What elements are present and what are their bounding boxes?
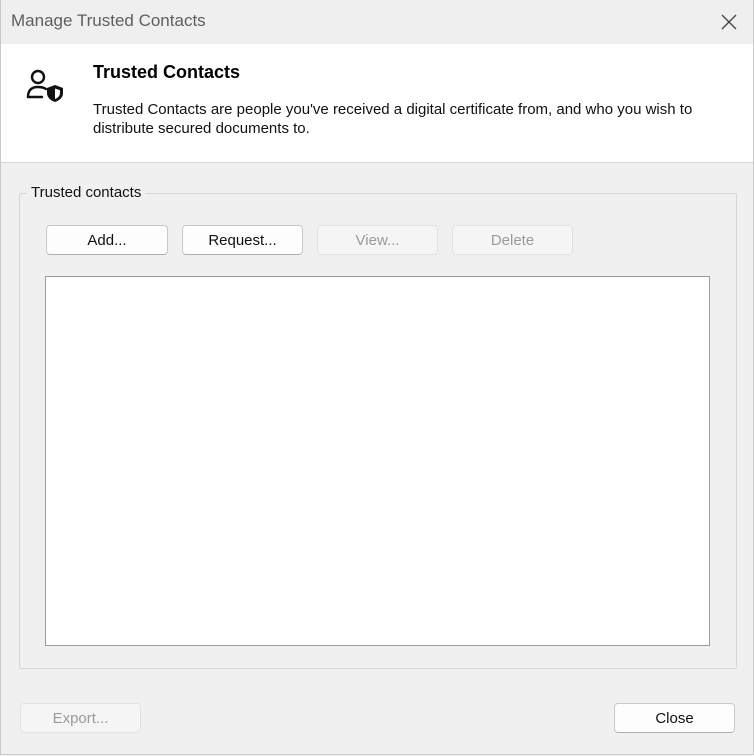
close-button[interactable]: Close [614, 703, 735, 733]
request-button[interactable]: Request... [182, 225, 303, 255]
header-title: Trusted Contacts [93, 62, 241, 82]
trusted-contacts-list[interactable] [45, 276, 710, 646]
window-title: Manage Trusted Contacts [11, 11, 206, 30]
export-button[interactable]: Export... [20, 703, 141, 733]
header-description: Trusted Contacts are people you've recei… [93, 101, 693, 137]
manage-trusted-contacts-dialog: Manage Trusted Contacts Trusted Contacts… [0, 0, 754, 755]
view-button[interactable]: View... [317, 225, 438, 255]
add-button[interactable]: Add... [46, 225, 168, 255]
dialog-header: Trusted Contacts Trusted Contacts are pe… [1, 44, 753, 163]
person-shield-icon [26, 69, 66, 103]
title-bar: Manage Trusted Contacts [1, 0, 753, 44]
delete-button[interactable]: Delete [452, 225, 573, 255]
close-icon[interactable] [713, 6, 745, 38]
group-label: Trusted contacts [27, 184, 146, 201]
